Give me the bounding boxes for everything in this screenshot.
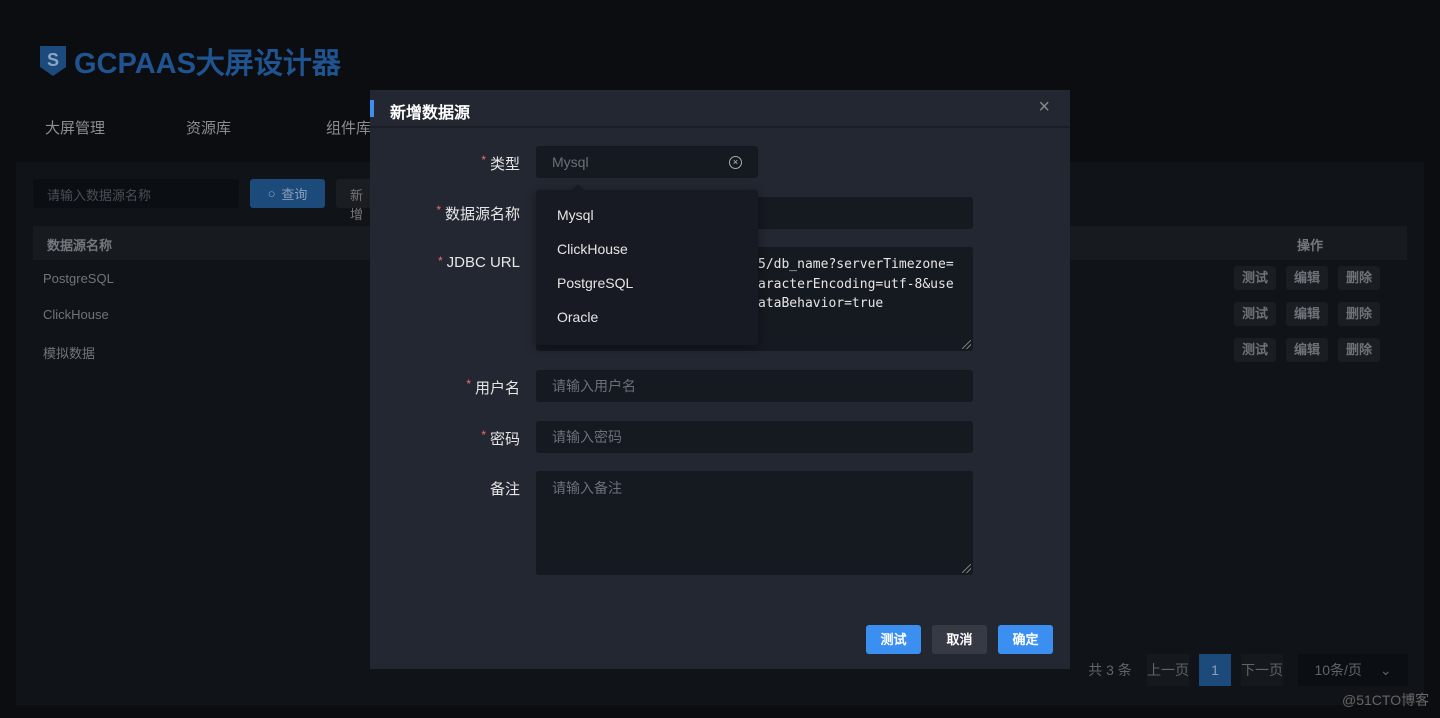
clear-circle-icon[interactable]: × — [729, 156, 742, 169]
delete-button[interactable]: 删除 — [1338, 338, 1380, 362]
nav-screen-management[interactable]: 大屏管理 — [45, 117, 105, 138]
option-mysql[interactable]: Mysql — [536, 198, 758, 232]
option-postgresql[interactable]: PostgreSQL — [536, 266, 758, 300]
type-dropdown: Mysql ClickHouse PostgreSQL Oracle — [536, 190, 758, 345]
type-select[interactable]: Mysql × — [536, 146, 758, 178]
dropdown-arrow — [572, 184, 584, 190]
test-button[interactable]: 测试 — [1234, 302, 1276, 326]
cancel-button[interactable]: 取消 — [932, 625, 987, 654]
option-clickhouse[interactable]: ClickHouse — [536, 232, 758, 266]
next-page-button[interactable]: 下一页 — [1241, 654, 1283, 686]
delete-button[interactable]: 删除 — [1338, 302, 1380, 326]
delete-button[interactable]: 删除 — [1338, 266, 1380, 290]
test-button[interactable]: 测试 — [1234, 338, 1276, 362]
password-input[interactable]: 请输入密码 — [536, 421, 973, 453]
confirm-button[interactable]: 确定 — [998, 625, 1053, 654]
table-row: PostgreSQL — [43, 271, 114, 286]
watermark: @51CTO博客 — [1342, 690, 1429, 710]
table-row: 模拟数据 — [43, 343, 95, 362]
chevron-down-icon: ⌄ — [1380, 662, 1392, 678]
resize-handle-icon[interactable] — [962, 340, 971, 349]
pagination-total: 共 3 条 — [1086, 654, 1134, 686]
shield-logo-icon: S — [40, 46, 66, 76]
dialog-title: 新增数据源 — [390, 99, 470, 123]
type-label: *类型 — [370, 153, 520, 174]
add-datasource-dialog: 新增数据源 × *类型 Mysql × *数据源名称 *JDBC URL 5/db… — [370, 90, 1070, 669]
page-size-select[interactable]: 10条/页 ⌄ — [1298, 654, 1408, 686]
app-logo: S GCPAAS大屏设计器 — [40, 40, 341, 82]
edit-button[interactable]: 编辑 — [1286, 302, 1328, 326]
page-size-value: 10条/页 — [1314, 662, 1361, 678]
username-input[interactable]: 请输入用户名 — [536, 370, 973, 402]
dialog-header: 新增数据源 × — [370, 90, 1070, 128]
username-label: *用户名 — [370, 377, 520, 398]
row-actions: 测试编辑删除 测试编辑删除 测试编辑删除 — [1234, 266, 1380, 362]
nav-component-library[interactable]: 组件库 — [326, 117, 371, 138]
page-1-button[interactable]: 1 — [1199, 654, 1231, 686]
search-icon: ○ — [268, 186, 276, 201]
test-connection-button[interactable]: 测试 — [866, 625, 921, 654]
search-input[interactable]: 请输入数据源名称 — [33, 179, 239, 208]
password-label: *密码 — [370, 428, 520, 449]
nav-resource-library[interactable]: 资源库 — [186, 117, 231, 138]
edit-button[interactable]: 编辑 — [1286, 266, 1328, 290]
title-accent-bar — [370, 100, 374, 117]
resize-handle-icon[interactable] — [962, 564, 971, 573]
query-label: 查询 — [281, 184, 307, 203]
col-name: 数据源名称 — [47, 235, 112, 254]
remark-label: 备注 — [370, 478, 520, 499]
test-button[interactable]: 测试 — [1234, 266, 1276, 290]
table-row: ClickHouse — [43, 307, 109, 322]
remark-textarea[interactable]: 请输入备注 — [536, 471, 973, 575]
name-label: *数据源名称 — [370, 203, 520, 224]
query-button[interactable]: ○ 查询 — [250, 179, 325, 208]
jdbc-url-value: 5/db_name?serverTimezone= aracterEncodin… — [758, 255, 954, 314]
type-value: Mysql — [552, 154, 589, 170]
col-ops: 操作 — [1297, 235, 1323, 254]
close-icon[interactable]: × — [1038, 96, 1050, 119]
prev-page-button[interactable]: 上一页 — [1147, 654, 1189, 686]
jdbc-url-label: *JDBC URL — [370, 254, 520, 271]
option-oracle[interactable]: Oracle — [536, 300, 758, 334]
app-title: GCPAAS大屏设计器 — [74, 40, 341, 82]
edit-button[interactable]: 编辑 — [1286, 338, 1328, 362]
remark-placeholder: 请输入备注 — [552, 478, 622, 498]
